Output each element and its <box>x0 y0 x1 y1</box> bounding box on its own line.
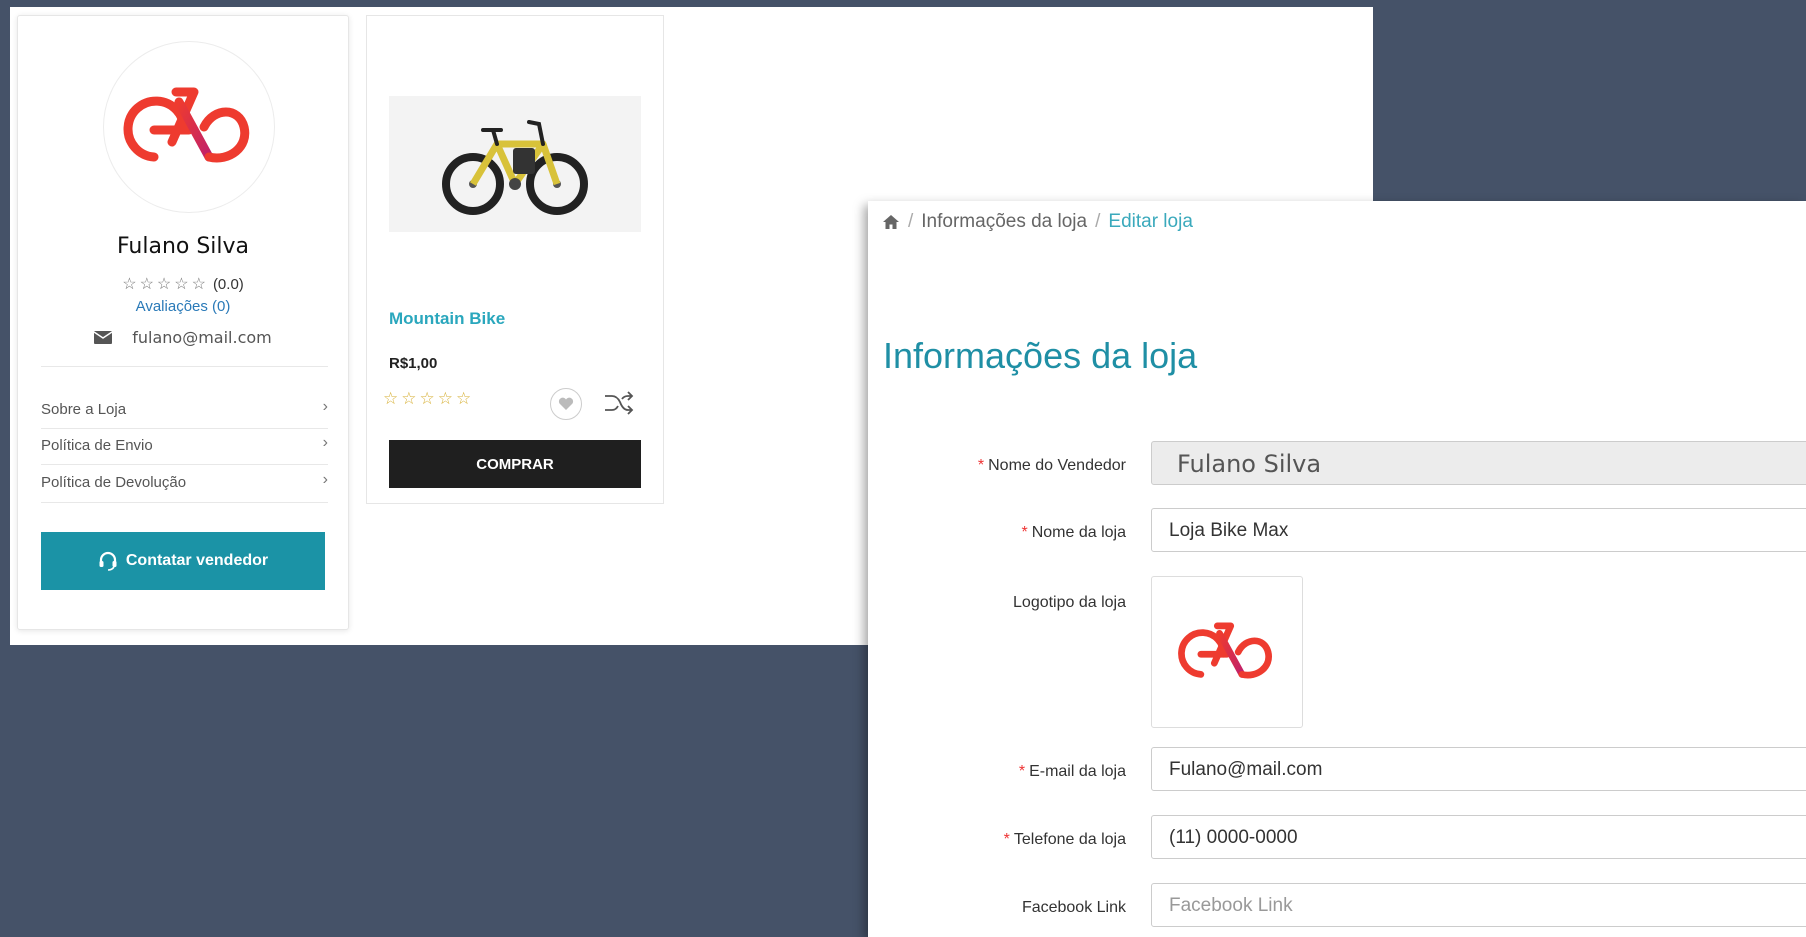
page-title: Informações da loja <box>883 335 1198 376</box>
menu-item-sobre-loja[interactable]: Sobre a Loja › <box>41 393 328 427</box>
buy-button[interactable]: COMPRAR <box>389 440 641 488</box>
store-phone-input[interactable]: (11) 0000-0000 <box>1151 815 1806 859</box>
store-name-label: * Nome da loja <box>1021 524 1126 542</box>
store-logo-label: Logotipo da loja <box>1013 594 1126 611</box>
store-logo-upload[interactable] <box>1151 576 1303 728</box>
heart-icon <box>558 397 574 410</box>
product-title[interactable]: Mountain Bike <box>389 309 505 329</box>
chevron-right-icon: › <box>322 398 328 415</box>
vendor-email[interactable]: fulano@mail.com <box>132 328 272 347</box>
vendor-name-label-text: Nome do Vendedor <box>988 457 1126 474</box>
required-marker: * <box>1018 763 1026 780</box>
bike-image-icon <box>442 120 588 215</box>
store-phone-label-text: Telefone da loja <box>1013 831 1126 848</box>
menu-item-politica-devolucao[interactable]: Política de Devolução › <box>41 466 328 500</box>
vendor-email-row: fulano@mail.com <box>18 328 348 348</box>
menu-item-politica-envio[interactable]: Política de Envio › <box>41 429 328 463</box>
store-email-label: * E-mail da loja <box>1019 763 1126 781</box>
compare-button[interactable] <box>603 388 635 418</box>
contact-vendor-button[interactable]: Contatar vendedor <box>41 532 325 590</box>
bike-logo-icon <box>123 87 250 163</box>
chevron-right-icon: › <box>322 471 328 488</box>
product-image[interactable] <box>389 96 641 232</box>
envelope-icon <box>93 329 113 348</box>
facebook-link-label: Facebook Link <box>1021 899 1126 916</box>
shuffle-icon <box>605 391 634 415</box>
home-icon[interactable] <box>882 214 900 230</box>
reviews-link[interactable]: Avaliações (0) <box>18 298 348 315</box>
rating-value: (0.0) <box>212 276 244 293</box>
wishlist-button[interactable] <box>550 388 582 420</box>
breadcrumb-item-edit-store: Editar loja <box>1108 211 1193 232</box>
divider <box>41 464 328 465</box>
facebook-link-input[interactable]: Facebook Link <box>1151 883 1806 927</box>
breadcrumb-item-store-info[interactable]: Informações da loja <box>921 211 1087 233</box>
menu-item-label: Política de Envio <box>41 437 153 454</box>
breadcrumb: / Informações da loja / Editar loja <box>882 211 1193 233</box>
menu-item-label: Sobre a Loja <box>41 401 127 418</box>
store-email-label-text: E-mail da loja <box>1029 763 1126 780</box>
bike-logo-icon <box>1178 622 1272 679</box>
vendor-name-label: * Nome do Vendedor <box>978 457 1126 475</box>
vendor-name: Fulano Silva <box>116 234 250 259</box>
rating-stars-icon: ☆☆☆☆☆ <box>122 276 209 293</box>
menu-item-label: Política de Devolução <box>41 474 187 491</box>
store-name-label-text: Nome da loja <box>1031 524 1126 541</box>
required-marker: * <box>1021 524 1028 541</box>
store-phone-label: * Telefone da loja <box>1004 831 1126 849</box>
divider <box>41 502 328 503</box>
required-marker: * <box>977 457 985 474</box>
contact-vendor-label: Contatar vendedor <box>125 552 269 569</box>
vendor-card: Fulano Silva ☆☆☆☆☆ (0.0) Avaliações (0) f… <box>17 15 349 630</box>
headset-icon <box>99 551 117 571</box>
vendor-avatar <box>103 41 275 213</box>
store-email-input[interactable]: Fulano@mail.com <box>1151 747 1806 791</box>
required-marker: * <box>1003 831 1010 848</box>
breadcrumb-separator: / <box>908 211 914 232</box>
breadcrumb-separator: / <box>1095 211 1101 232</box>
vendor-name-field: Fulano Silva <box>1151 441 1806 485</box>
product-price: R$1,00 <box>389 355 438 372</box>
product-card[interactable]: Mountain Bike R$1,00 ☆☆☆☆☆ COMPRAR <box>366 15 664 504</box>
store-name-input[interactable]: Loja Bike Max <box>1151 508 1806 552</box>
product-rating-stars-icon: ☆☆☆☆☆ <box>383 389 475 408</box>
chevron-right-icon: › <box>322 434 328 451</box>
vendor-rating: ☆☆☆☆☆ (0.0) <box>18 274 348 294</box>
admin-edit-store-panel: / Informações da loja / Editar loja Info… <box>868 201 1806 937</box>
divider <box>41 366 328 367</box>
